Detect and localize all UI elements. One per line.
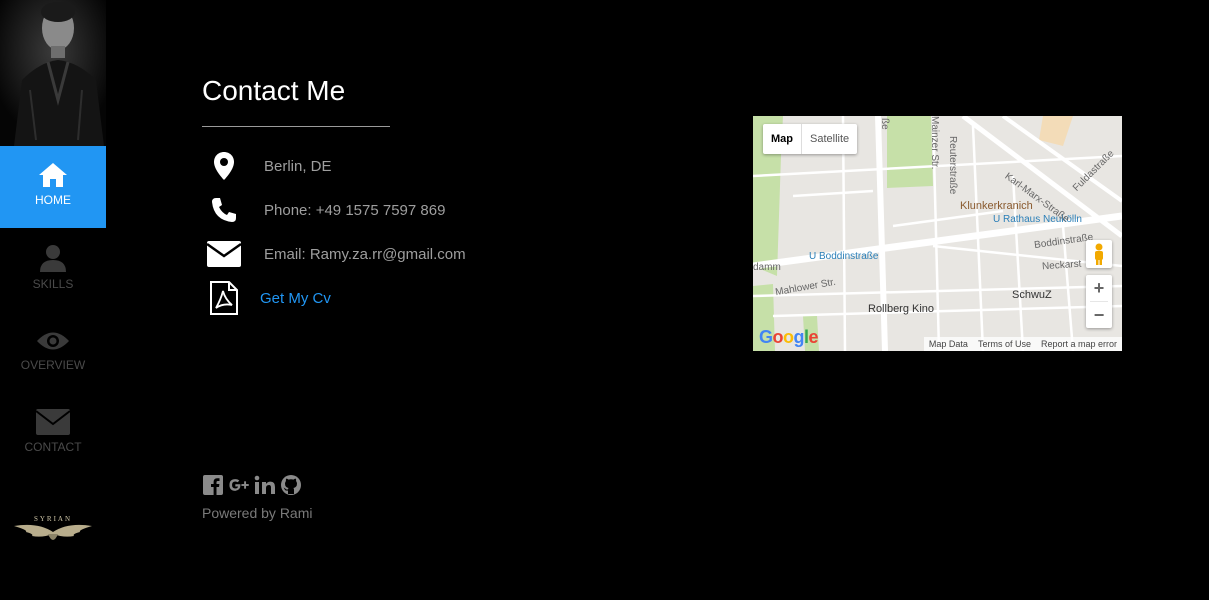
title-divider (202, 126, 390, 127)
map-tab-map[interactable]: Map (763, 124, 801, 154)
svg-text:SYRIAN: SYRIAN (34, 515, 72, 523)
nav-home[interactable]: HOME (0, 146, 106, 228)
google-plus-icon[interactable] (228, 474, 250, 496)
contact-location: Berlin, DE (202, 148, 332, 184)
nav-home-label: HOME (35, 193, 71, 207)
contact-cv: Get My Cv (202, 280, 331, 316)
linkedin-icon[interactable] (254, 474, 276, 496)
nav-skills[interactable]: SKILLS (0, 229, 106, 311)
phone-text: Phone: +49 1575 7597 869 (264, 201, 446, 219)
nav-overview[interactable]: OVERVIEW (0, 311, 106, 393)
get-cv-link[interactable]: Get My Cv (260, 290, 331, 307)
terms-of-use-link[interactable]: Terms of Use (973, 337, 1036, 351)
map-marker-icon (202, 148, 246, 184)
phone-icon (202, 192, 246, 228)
email-text: Email: Ramy.za.rr@gmail.com (264, 245, 466, 263)
nav-skills-label: SKILLS (32, 277, 74, 291)
facebook-icon[interactable] (202, 474, 224, 496)
envelope-icon (35, 409, 71, 435)
map-label-schwuz: SchwuZ (1012, 289, 1052, 301)
page-title: Contact Me (202, 75, 346, 106)
user-icon (40, 245, 66, 272)
sidebar: HOME SKILLS OVERVIEW CONTACT SYRIAN (0, 0, 106, 600)
pdf-file-icon (202, 280, 246, 316)
map-data-link[interactable]: Map Data (924, 337, 973, 351)
map-label-rollberg: Rollberg Kino (868, 303, 935, 315)
github-icon[interactable] (280, 474, 302, 496)
nav-contact[interactable]: CONTACT (0, 394, 106, 476)
map-label-klunkerkranich: Klunkerkranich (960, 200, 1033, 212)
nav-contact-label: CONTACT (24, 440, 82, 454)
map-label-boddinstrasse-station: U Boddinstraße (809, 251, 879, 262)
map-label-sse: ße (879, 118, 890, 130)
zoom-out-button[interactable]: − (1086, 302, 1112, 328)
home-icon (39, 163, 67, 187)
zoom-control: + − (1086, 275, 1112, 328)
google-map[interactable]: Klunkerkranich U Rathaus Neukölln U Bodd… (753, 116, 1122, 351)
nav-overview-label: OVERVIEW (20, 358, 86, 372)
map-label-damm: damm (753, 262, 781, 273)
pegman-icon[interactable] (1086, 240, 1112, 268)
profile-photo (0, 0, 106, 146)
location-text: Berlin, DE (264, 157, 332, 175)
zoom-in-button[interactable]: + (1086, 275, 1112, 301)
syrian-logo: SYRIAN (12, 512, 94, 548)
map-tab-satellite[interactable]: Satellite (801, 124, 857, 154)
map-type-control: Map Satellite (763, 124, 858, 154)
map-label-reuterstrasse: Reuterstraße (947, 136, 958, 195)
map-label-mainzer: Mainzer Str. (929, 116, 940, 170)
powered-by-text: Powered by Rami (202, 505, 313, 521)
envelope-icon (202, 236, 246, 272)
contact-email: Email: Ramy.za.rr@gmail.com (202, 236, 466, 272)
contact-phone: Phone: +49 1575 7597 869 (202, 192, 445, 228)
map-footer: Map Data Terms of Use Report a map error (923, 337, 1122, 351)
report-map-error-link[interactable]: Report a map error (1036, 337, 1122, 351)
social-links (202, 474, 302, 496)
eye-icon (37, 332, 69, 350)
google-logo: Google (759, 327, 819, 347)
